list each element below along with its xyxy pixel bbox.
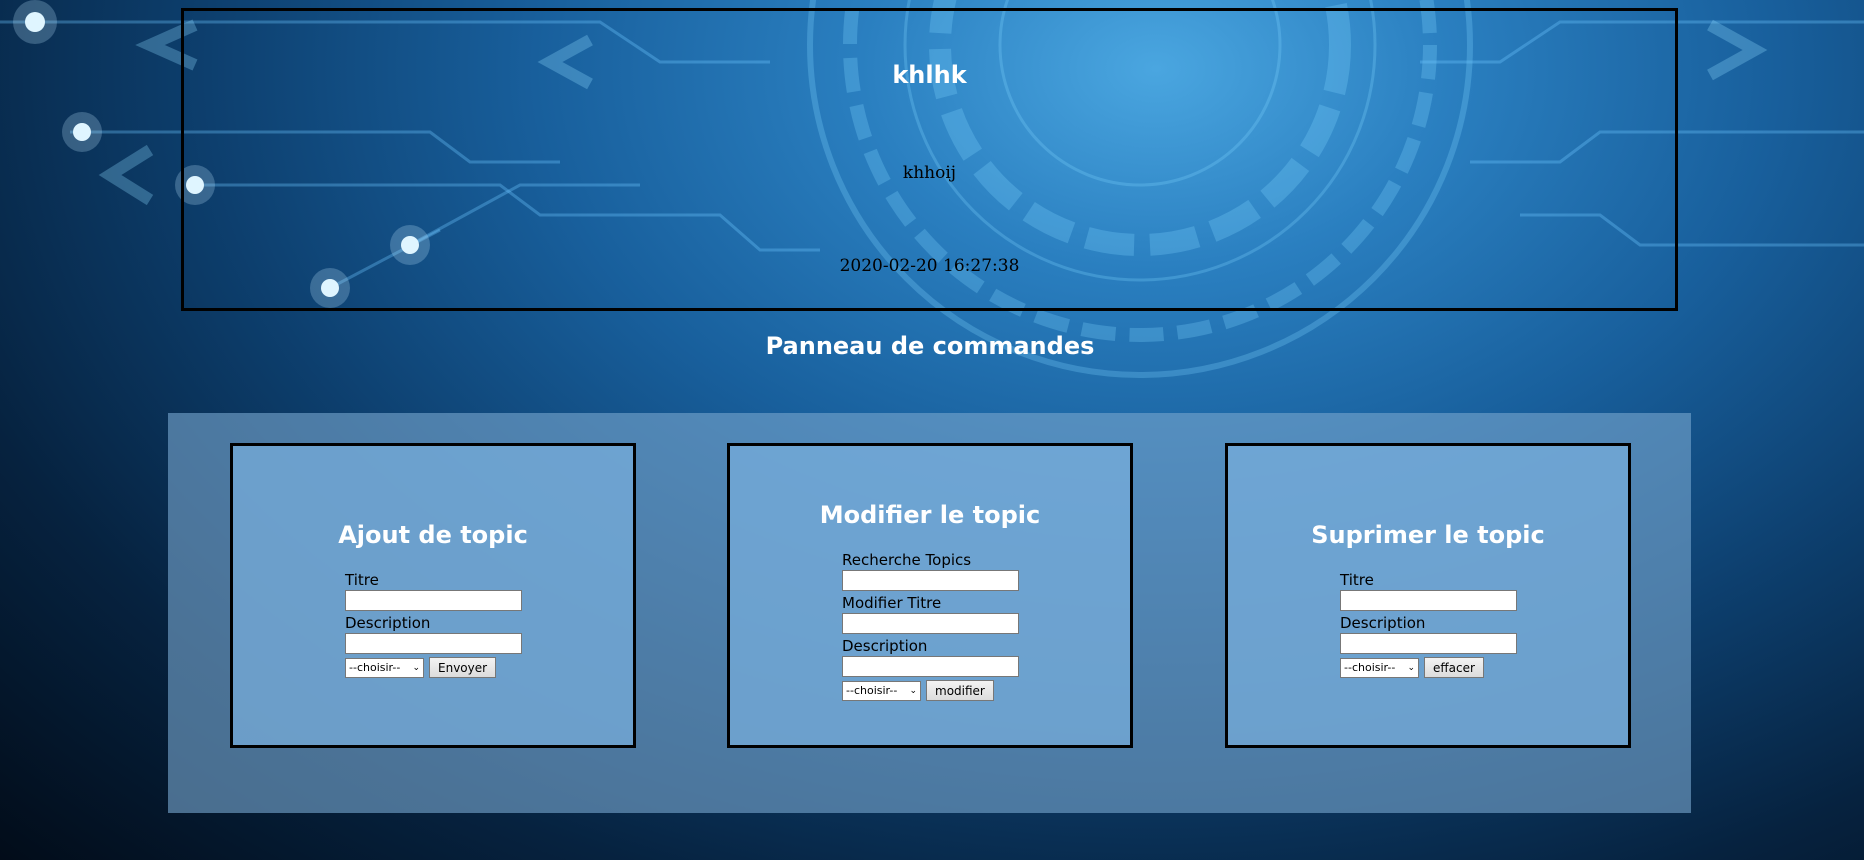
topic-date: 2020-02-20 16:27:38 bbox=[839, 256, 1020, 276]
add-topic-title: Ajout de topic bbox=[338, 521, 528, 549]
edit-description-label: Description bbox=[842, 637, 928, 655]
edit-topic-title: Modifier le topic bbox=[819, 501, 1041, 529]
delete-title-label: Titre bbox=[1340, 571, 1374, 589]
edit-title-label: Modifier Titre bbox=[842, 594, 942, 612]
delete-description-input[interactable] bbox=[1340, 633, 1517, 654]
modify-button[interactable]: modifier bbox=[926, 680, 994, 701]
edit-select-value: --choisir-- bbox=[846, 684, 898, 697]
edit-topic-card: Modifier le topic Recherche Topics Modif… bbox=[727, 443, 1133, 748]
topic-card: khlhk khhoij 2020-02-20 16:27:38 bbox=[181, 8, 1678, 311]
delete-button[interactable]: effacer bbox=[1424, 657, 1484, 678]
delete-category-select[interactable]: --choisir-- ⌄ bbox=[1340, 657, 1419, 678]
delete-topic-title: Suprimer le topic bbox=[1311, 521, 1545, 549]
edit-title-input[interactable] bbox=[842, 613, 1019, 634]
edit-actions: --choisir-- ⌄ modifier bbox=[842, 680, 1019, 701]
add-title-label: Titre bbox=[345, 571, 379, 589]
chevron-down-icon: ⌄ bbox=[412, 662, 420, 673]
add-category-select[interactable]: --choisir-- ⌄ bbox=[345, 657, 424, 678]
topic-description: khhoij bbox=[902, 163, 957, 183]
delete-topic-card: Suprimer le topic Titre Description --ch… bbox=[1225, 443, 1631, 748]
delete-select-value: --choisir-- bbox=[1344, 661, 1396, 674]
panel-title: Panneau de commandes bbox=[765, 332, 1095, 360]
add-title-input[interactable] bbox=[345, 590, 522, 611]
chevron-down-icon: ⌄ bbox=[1407, 662, 1415, 673]
search-topics-input[interactable] bbox=[842, 570, 1019, 591]
delete-topic-form: Titre Description --choisir-- ⌄ effacer bbox=[1340, 571, 1517, 678]
delete-actions: --choisir-- ⌄ effacer bbox=[1340, 657, 1517, 678]
delete-title-input[interactable] bbox=[1340, 590, 1517, 611]
topic-title: khlhk bbox=[892, 61, 967, 89]
add-topic-form: Titre Description --choisir-- ⌄ Envoyer bbox=[345, 571, 522, 678]
edit-description-input[interactable] bbox=[842, 656, 1019, 677]
add-select-value: --choisir-- bbox=[349, 661, 401, 674]
search-topics-label: Recherche Topics bbox=[842, 551, 972, 569]
delete-description-label: Description bbox=[1340, 614, 1426, 632]
add-description-label: Description bbox=[345, 614, 431, 632]
chevron-down-icon: ⌄ bbox=[909, 685, 917, 696]
send-button[interactable]: Envoyer bbox=[429, 657, 497, 678]
add-description-input[interactable] bbox=[345, 633, 522, 654]
command-panel: Ajout de topic Titre Description --chois… bbox=[168, 413, 1691, 813]
add-topic-card: Ajout de topic Titre Description --chois… bbox=[230, 443, 636, 748]
edit-category-select[interactable]: --choisir-- ⌄ bbox=[842, 680, 921, 701]
add-actions: --choisir-- ⌄ Envoyer bbox=[345, 657, 522, 678]
edit-topic-form: Recherche Topics Modifier Titre Descript… bbox=[842, 551, 1019, 701]
